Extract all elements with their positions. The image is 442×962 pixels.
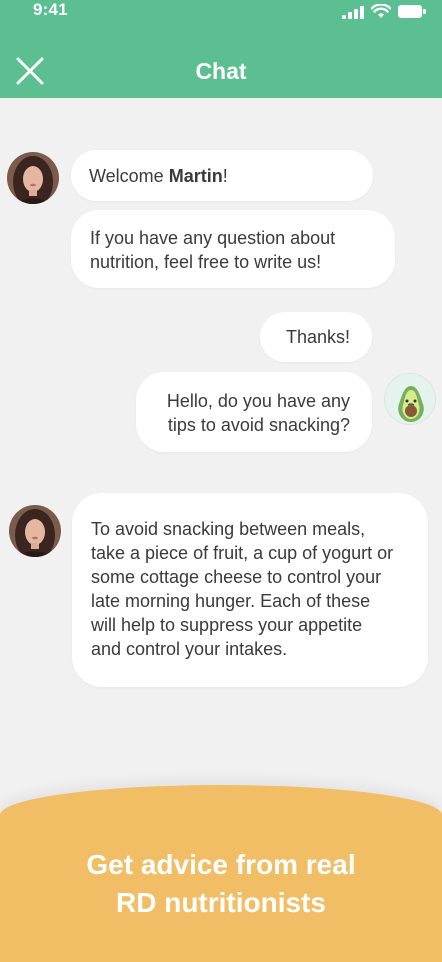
user-avatar[interactable] — [384, 373, 436, 425]
welcome-suffix: ! — [222, 166, 228, 186]
intro-message: If you have any question about nutrition… — [71, 210, 395, 288]
answer-line-5: will help to suppress your appetite — [91, 615, 363, 635]
status-time: 9:41 — [33, 0, 68, 19]
answer-line-6: and control your intakes. — [91, 639, 288, 659]
woman-portrait-icon-2 — [9, 505, 61, 557]
wifi-icon — [371, 4, 391, 18]
app-header: 9:41 Chat — [0, 0, 442, 98]
answer-line-2: take a piece of fruit, a cup of yogurt o… — [91, 543, 394, 563]
cta-text[interactable]: Get advice from real RD nutritionists — [0, 846, 442, 922]
welcome-message: Welcome Martin! — [71, 150, 373, 201]
cta-line-2: RD nutritionists — [116, 887, 326, 918]
answer-line-1: To avoid snacking between meals, — [91, 519, 366, 539]
welcome-prefix: Welcome — [89, 166, 169, 186]
nutritionist-avatar[interactable] — [7, 152, 59, 204]
status-icons — [342, 4, 426, 19]
welcome-name: Martin — [168, 166, 223, 186]
page-title: Chat — [195, 58, 247, 84]
avocado-icon — [398, 386, 424, 422]
question-line-1: Hello, do you have any — [166, 391, 350, 411]
thanks-message: Thanks! — [260, 312, 372, 362]
answer-line-3: some cottage cheese to control your — [91, 567, 382, 587]
nutritionist-avatar-2[interactable] — [9, 505, 61, 557]
intro-line-2: nutrition, feel free to write us! — [90, 252, 322, 272]
question-message: Hello, do you have any tips to avoid sna… — [136, 372, 372, 452]
answer-line-4: late morning hunger. Each of these — [91, 591, 371, 611]
battery-icon — [398, 5, 426, 18]
cta-line-1: Get advice from real — [86, 849, 356, 880]
intro-line-1: If you have any question about — [90, 228, 336, 248]
question-line-2: tips to avoid snacking? — [167, 415, 350, 435]
answer-message: To avoid snacking between meals, take a … — [72, 493, 428, 687]
woman-portrait-icon — [7, 152, 59, 204]
thanks-text: Thanks! — [285, 327, 350, 347]
signal-icon — [342, 5, 364, 19]
